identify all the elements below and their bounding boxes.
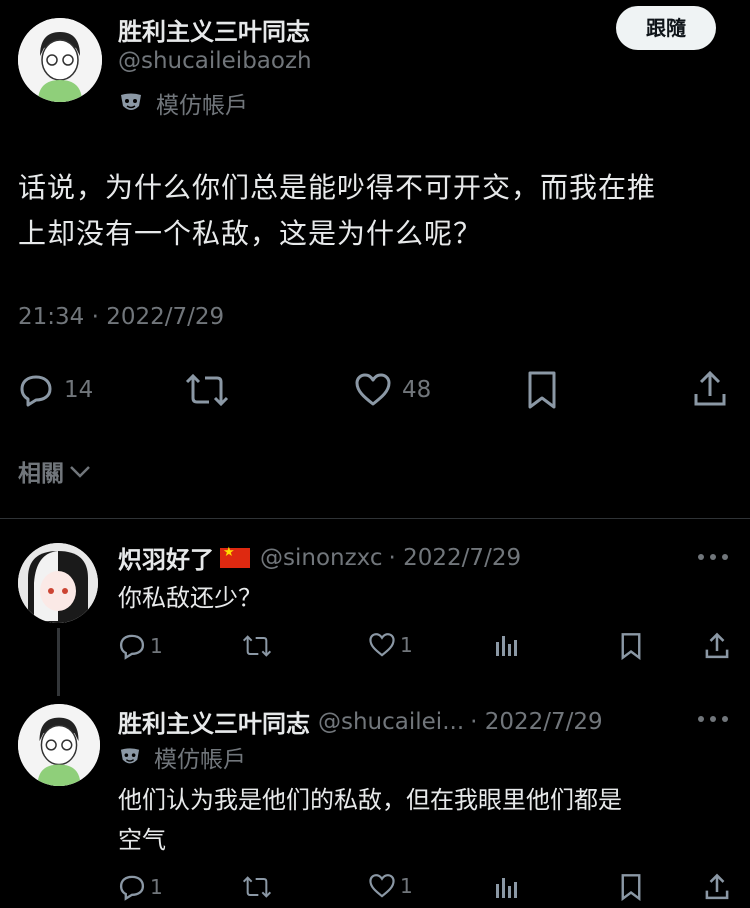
handle[interactable]: @shucaileibaozh — [118, 48, 312, 74]
reply-2-header: 胜利主义三叶同志 @shucailei... · 2022/7/29 — [118, 704, 603, 739]
avatar[interactable] — [18, 543, 98, 623]
display-name[interactable]: 胜利主义三叶同志 — [118, 12, 310, 47]
handle[interactable]: @sinonzxc — [260, 545, 383, 571]
display-name[interactable]: 胜利主义三叶同志 — [118, 704, 310, 739]
parody-label: 模仿帳戶 — [118, 86, 248, 120]
bar-chart-icon — [494, 874, 518, 900]
retweet-icon — [185, 372, 229, 408]
china-flag-icon — [220, 545, 250, 568]
date[interactable]: · 2022/7/29 — [470, 709, 603, 735]
share-button[interactable] — [704, 873, 730, 901]
reply-1-header: 炽羽好了 @sinonzxc · 2022/7/29 — [118, 540, 521, 575]
parody-label: 模仿帳戶 — [118, 740, 246, 774]
views-button[interactable] — [494, 632, 518, 658]
display-name[interactable]: 炽羽好了 — [118, 540, 214, 575]
reply-text-line-1: 他们认为我是他们的私敌，但在我眼里他们都是 — [118, 786, 622, 814]
reply-count: 14 — [64, 377, 94, 403]
like-count: 1 — [400, 874, 413, 898]
like-button[interactable]: 1 — [368, 873, 413, 899]
reply-button[interactable]: 14 — [18, 370, 93, 410]
reply-text: 你私敌还少？ — [118, 584, 262, 612]
avatar[interactable] — [18, 704, 100, 786]
reply-count: 1 — [150, 634, 163, 658]
heart-icon — [354, 372, 392, 408]
like-count: 1 — [400, 633, 413, 657]
share-button[interactable] — [704, 632, 730, 660]
thread-line — [57, 628, 60, 696]
share-icon — [704, 632, 730, 660]
avatar[interactable] — [18, 18, 102, 102]
share-icon — [692, 370, 728, 408]
reply-button[interactable]: 1 — [118, 873, 163, 901]
handle[interactable]: @shucailei... — [318, 709, 464, 735]
like-button[interactable]: 48 — [354, 370, 431, 410]
bookmark-button[interactable] — [620, 632, 642, 660]
divider — [0, 518, 750, 519]
reply-icon — [118, 873, 146, 901]
bar-chart-icon — [494, 632, 518, 658]
reply-icon — [118, 632, 146, 660]
reply-count: 1 — [150, 875, 163, 899]
views-button[interactable] — [494, 874, 518, 900]
share-icon — [704, 873, 730, 901]
follow-button[interactable]: 跟隨 — [616, 6, 716, 50]
tweet-text-line-1: 话说，为什么你们总是能吵得不可开交，而我在推 — [18, 171, 657, 204]
like-count: 48 — [402, 377, 432, 403]
retweet-button[interactable] — [242, 634, 272, 658]
date[interactable]: · 2022/7/29 — [389, 545, 522, 571]
heart-icon — [368, 873, 396, 899]
chevron-down-icon — [68, 462, 92, 480]
retweet-button[interactable] — [185, 372, 229, 408]
bookmark-icon — [620, 632, 642, 660]
heart-icon — [368, 632, 396, 658]
timestamp[interactable]: 21:34 · 2022/7/29 — [18, 304, 224, 330]
retweet-icon — [242, 875, 272, 899]
more-options-icon[interactable] — [698, 716, 728, 722]
bookmark-icon — [620, 873, 642, 901]
related-toggle[interactable]: 相關 — [18, 454, 92, 488]
mask-icon — [118, 92, 144, 114]
bookmark-button[interactable] — [620, 873, 642, 901]
retweet-icon — [242, 634, 272, 658]
more-options-icon[interactable] — [698, 554, 728, 560]
mask-icon — [118, 747, 142, 767]
like-button[interactable]: 1 — [368, 632, 413, 658]
bookmark-button[interactable] — [526, 370, 558, 410]
reply-button[interactable]: 1 — [118, 632, 163, 660]
tweet-text-line-2: 上却没有一个私敌，这是为什么呢？ — [18, 217, 483, 250]
reply-icon — [18, 372, 54, 408]
reply-text-line-2: 空气 — [118, 826, 166, 854]
bookmark-icon — [526, 370, 558, 410]
share-button[interactable] — [692, 370, 728, 408]
retweet-button[interactable] — [242, 875, 272, 899]
